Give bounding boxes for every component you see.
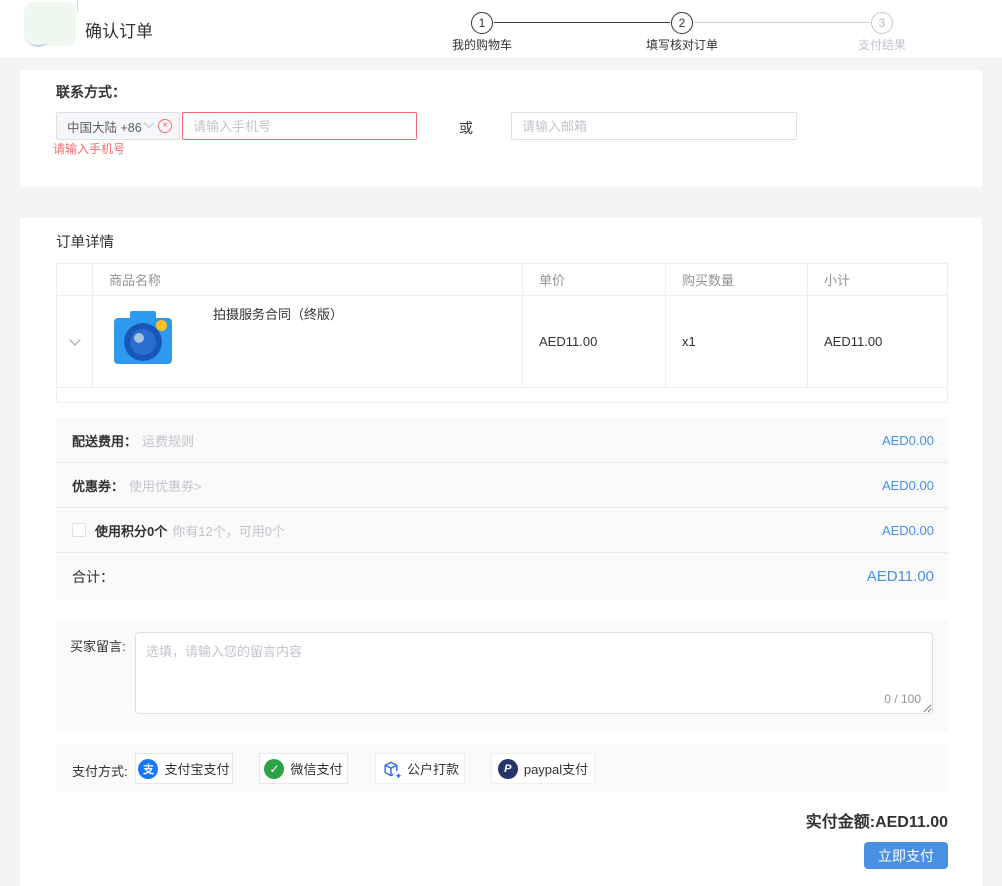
wechat-icon: ✓ <box>264 759 284 779</box>
alipay-button[interactable]: 支 支付宝支付 <box>135 753 233 784</box>
shipping-rules-link[interactable]: 运费规则 <box>142 431 194 450</box>
product-cell: 拍摄服务合同（终版） <box>93 296 523 387</box>
wechat-pay-button[interactable]: ✓ 微信支付 <box>259 753 348 784</box>
buyer-message-block: 买家留言: 0 / 100 <box>56 620 948 733</box>
or-label: 或 <box>459 118 473 138</box>
expand-chevron-icon[interactable] <box>69 334 80 345</box>
checkout-stepper: 1 2 3 我的购物车 填写核对订单 支付结果 <box>432 5 932 51</box>
clear-error-icon[interactable]: × <box>158 119 172 133</box>
fee-summary-block: 配送费用： 运费规则 AED0.00 优惠券： 使用优惠券> AED0.00 使… <box>56 418 948 600</box>
order-table-header: 商品名称 单价 购买数量 小计 <box>57 264 947 296</box>
points-amount: AED0.00 <box>882 523 934 538</box>
country-code-value: 中国大陆 +86 <box>67 117 142 136</box>
coupon-amount: AED0.00 <box>882 478 934 493</box>
camera-flash-dot <box>156 320 167 331</box>
points-hint: 你有12个，可用0个 <box>172 521 285 540</box>
total-amount: AED11.00 <box>867 568 934 585</box>
paypal-button[interactable]: P paypal支付 <box>491 753 595 784</box>
step-1-circle: 1 <box>471 12 493 34</box>
row-expand-cell[interactable] <box>57 296 93 387</box>
col-product-name: 商品名称 <box>93 264 523 295</box>
order-panel: 订单详情 商品名称 单价 购买数量 小计 拍摄服务 <box>20 218 982 886</box>
product-name: 拍摄服务合同（终版） <box>213 304 343 323</box>
col-quantity: 购买数量 <box>666 264 808 295</box>
buyer-message-textarea[interactable] <box>135 632 933 714</box>
phone-error-text: 请输入手机号 <box>53 140 125 157</box>
contact-panel: 联系方式： 中国大陆 +86 × 请输入手机号 或 <box>20 70 982 187</box>
expand-column-header <box>57 264 93 295</box>
logo-edge <box>77 0 78 12</box>
points-row: 使用积分0个 你有12个，可用0个 AED0.00 <box>56 508 948 553</box>
total-row: 合计： AED11.00 <box>56 553 948 600</box>
corporate-transfer-icon: ✦ <box>381 759 401 779</box>
col-unit-price: 单价 <box>523 264 666 295</box>
step-3-circle: 3 <box>871 12 893 34</box>
step-2-label: 填写核对订单 <box>622 36 742 53</box>
col-subtotal: 小计 <box>808 264 947 295</box>
phone-input[interactable] <box>182 112 417 140</box>
grand-total: 实付金额:AED11.00 <box>806 808 948 832</box>
coupon-row: 优惠券： 使用优惠券> AED0.00 <box>56 463 948 508</box>
alipay-label: 支付宝支付 <box>164 759 229 778</box>
grand-total-label: 实付金额: <box>806 814 875 831</box>
step-connector-1 <box>494 22 670 23</box>
corporate-badge: ✦ <box>393 771 404 782</box>
coupon-label: 优惠券： <box>72 476 124 495</box>
contact-section-label: 联系方式： <box>56 82 126 102</box>
paypal-label: paypal支付 <box>524 759 588 778</box>
table-footer-strip <box>57 388 947 402</box>
points-label: 使用积分0个 <box>95 521 167 540</box>
subtotal-cell: AED11.00 <box>808 296 947 387</box>
order-section-title: 订单详情 <box>56 231 114 252</box>
shipping-fee-label: 配送费用： <box>72 431 137 450</box>
corporate-label: 公户打款 <box>407 759 459 778</box>
camera-glint <box>134 333 144 343</box>
paypal-icon: P <box>498 759 518 779</box>
step-connector-2 <box>694 22 870 23</box>
total-label: 合计： <box>72 567 114 587</box>
email-input[interactable] <box>511 112 797 140</box>
step-3-label: 支付结果 <box>822 36 942 53</box>
buyer-message-wrap: 0 / 100 <box>135 632 933 714</box>
wechat-label: 微信支付 <box>290 759 342 778</box>
chevron-down-icon <box>144 118 154 128</box>
unit-price-cell: AED11.00 <box>523 296 666 387</box>
use-coupon-link[interactable]: 使用优惠券> <box>129 476 202 495</box>
table-row: 拍摄服务合同（终版） AED11.00 x1 AED11.00 <box>57 296 947 388</box>
char-counter: 0 / 100 <box>884 692 921 706</box>
alipay-icon: 支 <box>138 759 158 779</box>
product-image[interactable] <box>113 309 173 365</box>
payment-method-label: 支付方式: <box>72 761 128 780</box>
camera-lens-inner <box>130 329 156 355</box>
country-code-select[interactable]: 中国大陆 +86 × <box>56 112 180 140</box>
logo-mark <box>30 38 46 47</box>
pay-now-button[interactable]: 立即支付 <box>864 842 948 869</box>
page-title: 确认订单 <box>85 17 153 42</box>
step-1-label: 我的购物车 <box>422 36 542 53</box>
points-checkbox[interactable] <box>72 523 86 537</box>
corporate-transfer-button[interactable]: ✦ 公户打款 <box>375 753 465 784</box>
grand-total-amount: AED11.00 <box>875 814 948 831</box>
shipping-fee-row: 配送费用： 运费规则 AED0.00 <box>56 418 948 463</box>
header: 确认订单 1 2 3 我的购物车 填写核对订单 支付结果 <box>0 0 1002 57</box>
order-table: 商品名称 单价 购买数量 小计 拍摄服务合同（终版） AED11.00 <box>56 263 948 403</box>
buyer-message-label: 买家留言: <box>70 636 126 655</box>
shipping-fee-amount: AED0.00 <box>882 433 934 448</box>
quantity-cell: x1 <box>666 296 808 387</box>
payment-method-block: 支付方式: 支 支付宝支付 ✓ 微信支付 ✦ 公户打款 P paypal支付 <box>56 745 948 791</box>
step-2-circle: 2 <box>671 12 693 34</box>
